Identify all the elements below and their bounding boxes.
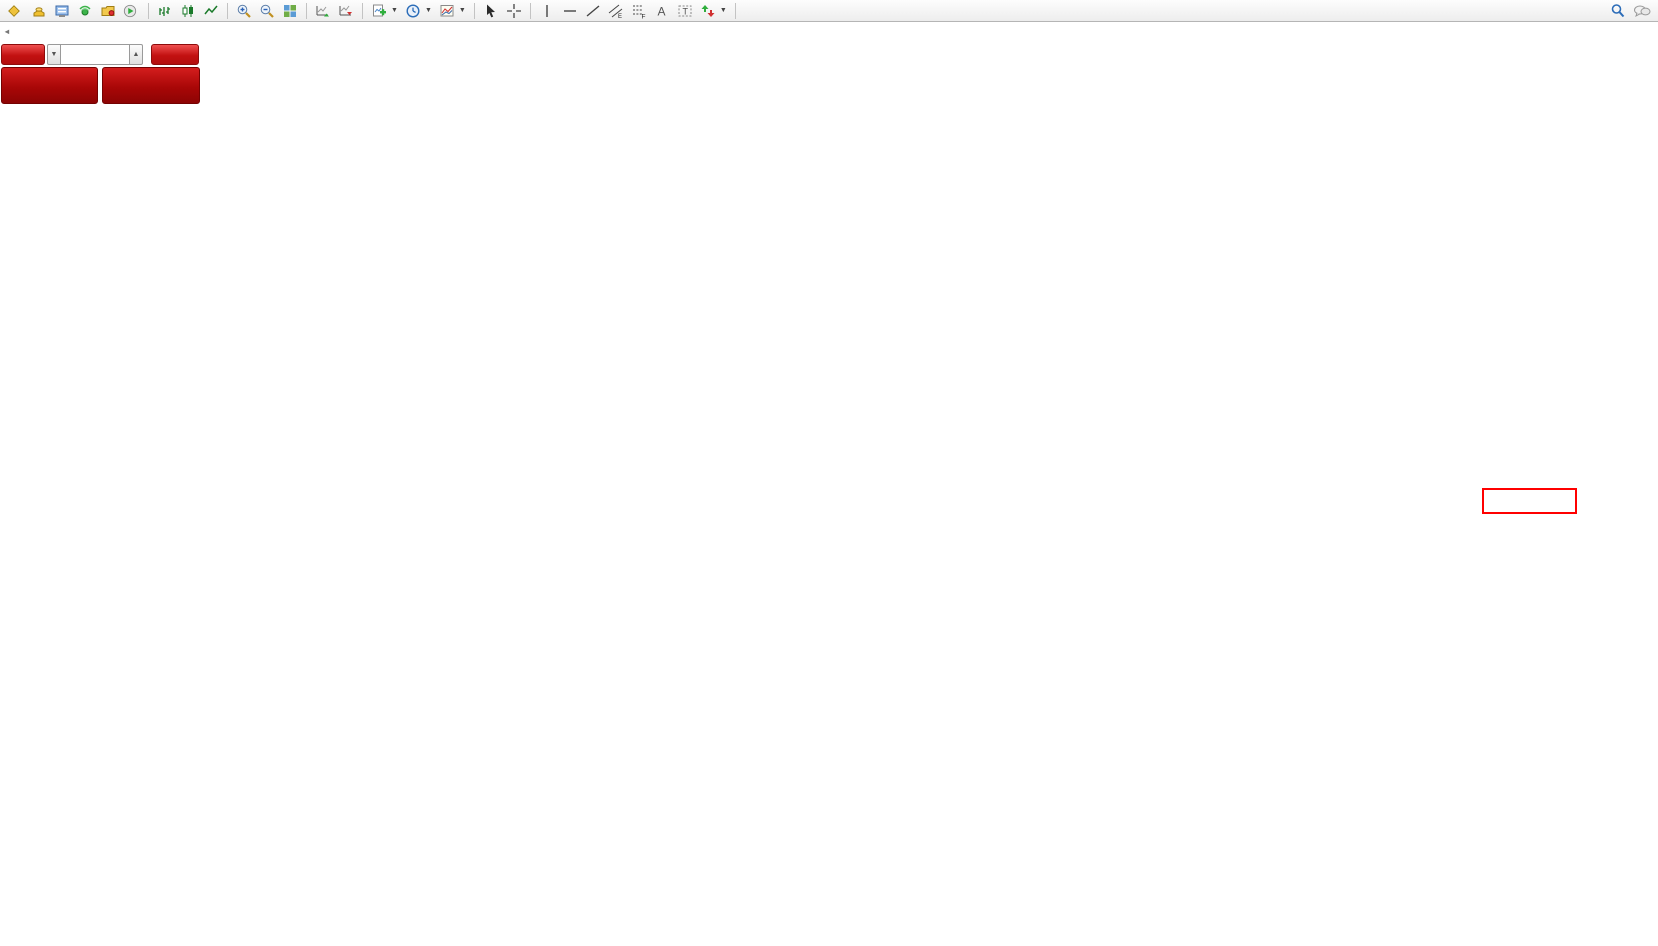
zoom-in-icon bbox=[236, 3, 252, 19]
arrows-icon bbox=[700, 3, 716, 19]
candlestick-chart-icon bbox=[180, 3, 196, 19]
sell-price-tile[interactable] bbox=[1, 67, 98, 104]
chevron-down-icon: ▼ bbox=[459, 7, 466, 14]
collapse-icon[interactable]: ◂ bbox=[5, 27, 9, 36]
toolbar-separator bbox=[530, 3, 531, 19]
cursor-tool-button[interactable] bbox=[480, 1, 502, 21]
arrows-dropdown[interactable]: ▼ bbox=[697, 1, 730, 21]
trendline-tool[interactable] bbox=[582, 1, 604, 21]
market-watch-button[interactable] bbox=[28, 1, 50, 21]
svg-text:E: E bbox=[618, 14, 622, 19]
svg-text:F: F bbox=[641, 13, 645, 19]
crosshair-icon bbox=[506, 3, 522, 19]
volume-increase-button[interactable]: ▲ bbox=[129, 44, 143, 65]
chevron-down-icon: ▼ bbox=[720, 7, 727, 14]
clock-icon bbox=[405, 3, 421, 19]
vertical-line-tool[interactable] bbox=[536, 1, 558, 21]
terminal-icon bbox=[100, 3, 116, 19]
volume-decrease-button[interactable]: ▼ bbox=[47, 44, 61, 65]
data-window-button[interactable] bbox=[51, 1, 73, 21]
search-button[interactable] bbox=[1607, 1, 1629, 21]
bar-chart-icon bbox=[157, 3, 173, 19]
buy-price-tile[interactable] bbox=[102, 67, 200, 104]
zoom-out-button[interactable] bbox=[256, 1, 278, 21]
new-order-button[interactable] bbox=[4, 1, 27, 21]
volume-input[interactable] bbox=[61, 44, 129, 65]
navigator-icon bbox=[77, 3, 93, 19]
toolbar-separator bbox=[148, 3, 149, 19]
fibonacci-tool[interactable]: F bbox=[628, 1, 650, 21]
chart-shift-button[interactable] bbox=[335, 1, 357, 21]
quote-line: ◂ bbox=[5, 27, 44, 36]
auto-scroll-button[interactable] bbox=[312, 1, 334, 21]
zoom-out-icon bbox=[259, 3, 275, 19]
auto-scroll-icon bbox=[315, 3, 331, 19]
candlestick-chart-button[interactable] bbox=[177, 1, 199, 21]
svg-text:A: A bbox=[657, 4, 665, 18]
toolbar-separator bbox=[306, 3, 307, 19]
search-icon bbox=[1610, 3, 1626, 19]
market-watch-icon bbox=[31, 3, 47, 19]
line-chart-button[interactable] bbox=[200, 1, 222, 21]
chart-shift-icon bbox=[338, 3, 354, 19]
price-annotation-box[interactable] bbox=[1482, 488, 1577, 514]
terminal-button[interactable] bbox=[97, 1, 119, 21]
crosshair-tool-button[interactable] bbox=[503, 1, 525, 21]
equidistant-channel-tool[interactable]: E bbox=[605, 1, 627, 21]
new-order-icon bbox=[7, 4, 21, 18]
tile-windows-button[interactable] bbox=[279, 1, 301, 21]
chat-icon bbox=[1633, 3, 1651, 19]
buy-button[interactable] bbox=[151, 44, 199, 65]
text-label-icon: T bbox=[677, 3, 693, 19]
one-click-trading-panel: ▼ ▲ bbox=[1, 44, 201, 105]
data-window-icon bbox=[54, 3, 70, 19]
cursor-icon bbox=[483, 3, 499, 19]
sell-button[interactable] bbox=[1, 44, 45, 65]
toolbar-separator bbox=[362, 3, 363, 19]
indicators-dropdown[interactable]: ▼ bbox=[436, 1, 469, 21]
autotrading-button[interactable] bbox=[120, 1, 143, 21]
chevron-down-icon: ▼ bbox=[425, 7, 432, 14]
chat-button[interactable] bbox=[1630, 1, 1654, 21]
text-tool[interactable]: A bbox=[651, 1, 673, 21]
chevron-down-icon: ▼ bbox=[391, 7, 398, 14]
navigator-button[interactable] bbox=[74, 1, 96, 21]
horizontal-line-icon bbox=[562, 3, 578, 19]
indicators-icon bbox=[439, 3, 455, 19]
channel-icon: E bbox=[608, 3, 624, 19]
autotrading-icon bbox=[123, 4, 137, 18]
chart-canvas[interactable] bbox=[0, 0, 1658, 946]
bar-chart-button[interactable] bbox=[154, 1, 176, 21]
toolbar-separator bbox=[735, 3, 736, 19]
trendline-icon bbox=[585, 3, 601, 19]
text-a-icon: A bbox=[654, 3, 670, 19]
period-dropdown[interactable]: ▼ bbox=[402, 1, 435, 21]
line-chart-icon bbox=[203, 3, 219, 19]
zoom-in-button[interactable] bbox=[233, 1, 255, 21]
text-label-tool[interactable]: T bbox=[674, 1, 696, 21]
horizontal-line-tool[interactable] bbox=[559, 1, 581, 21]
toolbar-separator bbox=[227, 3, 228, 19]
toolbar-separator bbox=[474, 3, 475, 19]
new-chart-dropdown[interactable]: ▼ bbox=[368, 1, 401, 21]
vertical-line-icon bbox=[539, 3, 555, 19]
svg-text:T: T bbox=[682, 6, 688, 16]
fibonacci-icon: F bbox=[631, 3, 647, 19]
tile-windows-icon bbox=[282, 3, 298, 19]
main-toolbar: ▼ ▼ ▼ E F A T ▼ bbox=[0, 0, 1658, 22]
new-chart-icon bbox=[371, 3, 387, 19]
